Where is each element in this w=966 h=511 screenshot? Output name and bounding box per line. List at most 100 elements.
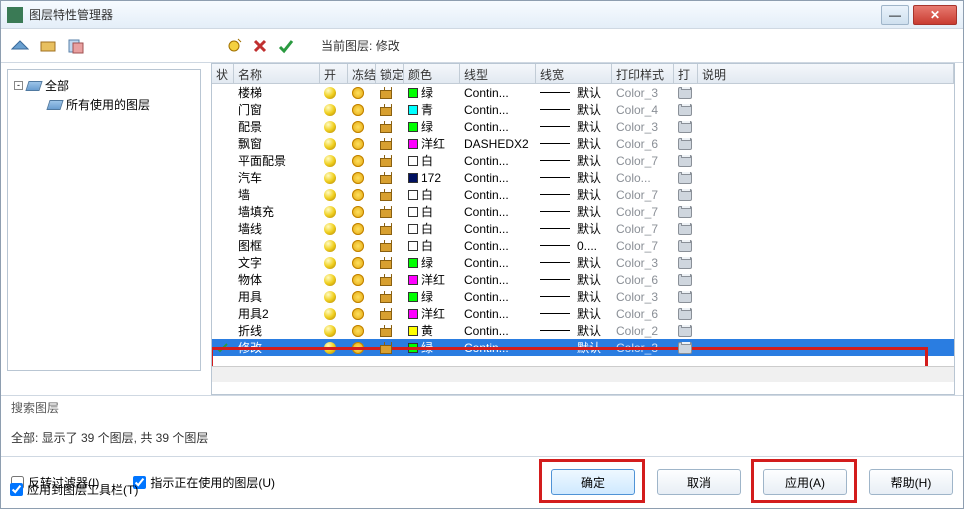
- sun-icon[interactable]: [352, 274, 364, 286]
- linetype-cell[interactable]: Contin...: [460, 205, 536, 219]
- printer-icon[interactable]: [678, 274, 692, 286]
- lineweight-cell[interactable]: 默认: [536, 339, 612, 356]
- tree-child-item[interactable]: 所有使用的图层: [48, 95, 194, 114]
- lineweight-cell[interactable]: 默认: [536, 305, 612, 322]
- linetype-cell[interactable]: Contin...: [460, 324, 536, 338]
- new-filter-icon[interactable]: [11, 37, 29, 55]
- lineweight-cell[interactable]: 默认: [536, 203, 612, 220]
- printer-icon[interactable]: [678, 172, 692, 184]
- bulb-icon[interactable]: [324, 87, 336, 99]
- sun-icon[interactable]: [352, 325, 364, 337]
- lineweight-cell[interactable]: 默认: [536, 271, 612, 288]
- bulb-icon[interactable]: [324, 291, 336, 303]
- linetype-cell[interactable]: Contin...: [460, 120, 536, 134]
- printer-icon[interactable]: [678, 257, 692, 269]
- bulb-icon[interactable]: [324, 274, 336, 286]
- col-lineweight[interactable]: 线宽: [536, 64, 612, 83]
- sun-icon[interactable]: [352, 342, 364, 354]
- lock-icon[interactable]: [380, 291, 390, 303]
- bulb-icon[interactable]: [324, 138, 336, 150]
- table-row[interactable]: 用具绿Contin...默认Color_3: [212, 288, 954, 305]
- col-color[interactable]: 颜色: [404, 64, 460, 83]
- grid-body[interactable]: 楼梯绿Contin...默认Color_3门窗青Contin...默认Color…: [212, 84, 954, 366]
- color-swatch[interactable]: [408, 275, 418, 285]
- lock-icon[interactable]: [380, 121, 390, 133]
- sun-icon[interactable]: [352, 138, 364, 150]
- lock-icon[interactable]: [380, 104, 390, 116]
- lock-icon[interactable]: [380, 240, 390, 252]
- linetype-cell[interactable]: Contin...: [460, 86, 536, 100]
- tree-root-item[interactable]: - 全部: [14, 76, 194, 95]
- sun-icon[interactable]: [352, 308, 364, 320]
- lineweight-cell[interactable]: 默认: [536, 101, 612, 118]
- bulb-icon[interactable]: [324, 342, 336, 354]
- color-swatch[interactable]: [408, 326, 418, 336]
- color-swatch[interactable]: [408, 258, 418, 268]
- color-swatch[interactable]: [408, 241, 418, 251]
- bulb-icon[interactable]: [324, 189, 336, 201]
- printer-icon[interactable]: [678, 121, 692, 133]
- lock-icon[interactable]: [380, 87, 390, 99]
- printer-icon[interactable]: [678, 206, 692, 218]
- bulb-icon[interactable]: [324, 223, 336, 235]
- lineweight-cell[interactable]: 默认: [536, 186, 612, 203]
- bulb-icon[interactable]: [324, 257, 336, 269]
- color-swatch[interactable]: [408, 122, 418, 132]
- lineweight-cell[interactable]: 默认: [536, 152, 612, 169]
- linetype-cell[interactable]: Contin...: [460, 307, 536, 321]
- sun-icon[interactable]: [352, 87, 364, 99]
- table-row[interactable]: 用具2洋红Contin...默认Color_6: [212, 305, 954, 322]
- col-linetype[interactable]: 线型: [460, 64, 536, 83]
- sun-icon[interactable]: [352, 206, 364, 218]
- lock-icon[interactable]: [380, 172, 390, 184]
- lineweight-cell[interactable]: 默认: [536, 169, 612, 186]
- col-status[interactable]: 状: [212, 64, 234, 83]
- linetype-cell[interactable]: Contin...: [460, 103, 536, 117]
- lock-icon[interactable]: [380, 206, 390, 218]
- table-row[interactable]: 楼梯绿Contin...默认Color_3: [212, 84, 954, 101]
- sun-icon[interactable]: [352, 189, 364, 201]
- sun-icon[interactable]: [352, 240, 364, 252]
- printer-icon[interactable]: [678, 291, 692, 303]
- sun-icon[interactable]: [352, 104, 364, 116]
- bulb-icon[interactable]: [324, 206, 336, 218]
- table-row[interactable]: 图框白Contin...0....Color_7: [212, 237, 954, 254]
- lock-icon[interactable]: [380, 138, 390, 150]
- color-swatch[interactable]: [408, 224, 418, 234]
- lock-icon[interactable]: [380, 155, 390, 167]
- minimize-button[interactable]: —: [881, 5, 909, 25]
- table-row[interactable]: 墙填充白Contin...默认Color_7: [212, 203, 954, 220]
- lineweight-cell[interactable]: 默认: [536, 220, 612, 237]
- sun-icon[interactable]: [352, 223, 364, 235]
- bulb-icon[interactable]: [324, 104, 336, 116]
- table-row[interactable]: 配景绿Contin...默认Color_3: [212, 118, 954, 135]
- lineweight-cell[interactable]: 0....: [536, 239, 612, 253]
- col-desc[interactable]: 说明: [698, 64, 954, 83]
- bulb-icon[interactable]: [324, 240, 336, 252]
- table-row[interactable]: 折线黄Contin...默认Color_2: [212, 322, 954, 339]
- color-swatch[interactable]: [408, 207, 418, 217]
- table-row[interactable]: 修改绿Contin...默认Color_3: [212, 339, 954, 356]
- bulb-icon[interactable]: [324, 325, 336, 337]
- sun-icon[interactable]: [352, 172, 364, 184]
- lock-icon[interactable]: [380, 274, 390, 286]
- apply-toolbar-option[interactable]: 应用到图层工具栏(T): [10, 481, 138, 498]
- set-current-icon[interactable]: [277, 37, 295, 55]
- title-bar[interactable]: 图层特性管理器 — ✕: [1, 1, 963, 29]
- apply-button[interactable]: 应用(A): [763, 469, 847, 495]
- lock-icon[interactable]: [380, 342, 390, 354]
- sun-icon[interactable]: [352, 291, 364, 303]
- table-row[interactable]: 墙线白Contin...默认Color_7: [212, 220, 954, 237]
- table-row[interactable]: 物体洋红Contin...默认Color_6: [212, 271, 954, 288]
- col-plotstyle[interactable]: 打印样式: [612, 64, 674, 83]
- printer-icon[interactable]: [678, 155, 692, 167]
- printer-icon[interactable]: [678, 138, 692, 150]
- new-layer-icon[interactable]: [225, 37, 243, 55]
- linetype-cell[interactable]: Contin...: [460, 273, 536, 287]
- lock-icon[interactable]: [380, 257, 390, 269]
- cancel-button[interactable]: 取消: [657, 469, 741, 495]
- linetype-cell[interactable]: Contin...: [460, 341, 536, 355]
- col-name[interactable]: 名称: [234, 64, 320, 83]
- close-button[interactable]: ✕: [913, 5, 957, 25]
- color-swatch[interactable]: [408, 156, 418, 166]
